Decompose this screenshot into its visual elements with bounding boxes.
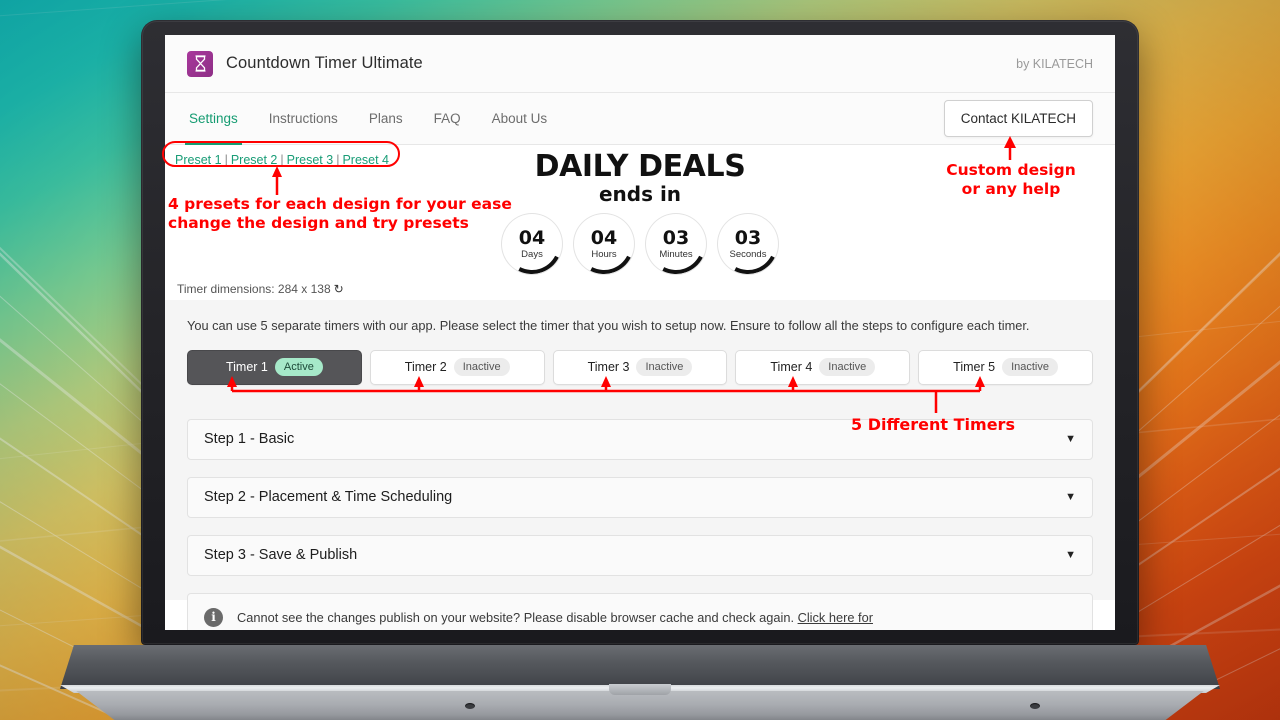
laptop-trackpad-notch bbox=[609, 684, 671, 695]
step-3-label: Step 3 - Save & Publish bbox=[204, 547, 358, 564]
countdown-unit-minutes: 03 Minutes bbox=[646, 214, 706, 274]
step-1-label: Step 1 - Basic bbox=[204, 431, 295, 448]
countdown-unit-days: 04 Days bbox=[502, 214, 562, 274]
countdown-unit-hours: 04 Hours bbox=[574, 214, 634, 274]
chevron-down-icon[interactable]: ▼ bbox=[1065, 549, 1076, 561]
tab-instructions[interactable]: Instructions bbox=[267, 107, 340, 130]
cache-notice-text: Cannot see the changes publish on your w… bbox=[237, 609, 798, 625]
step-accordion: Step 1 - Basic ▼ Step 2 - Placement & Ti… bbox=[187, 418, 1093, 576]
laptop-screen: Countdown Timer Ultimate by KILATECH Set… bbox=[165, 35, 1115, 630]
days-label: Days bbox=[521, 248, 543, 260]
countdown-units: 04 Days 04 Hours 03 Minutes 03 Seconds bbox=[165, 214, 1115, 274]
laptop-foot-left bbox=[465, 703, 475, 709]
refresh-icon[interactable]: ↻ bbox=[334, 282, 344, 296]
hourglass-icon bbox=[187, 50, 213, 77]
chevron-down-icon[interactable]: ▼ bbox=[1065, 433, 1076, 445]
timer-button-2-status: Inactive bbox=[453, 358, 510, 377]
step-2-placement-time-scheduling[interactable]: Step 2 - Placement & Time Scheduling ▼ bbox=[187, 476, 1093, 518]
main-navigation: Settings Instructions Plans FAQ About Us… bbox=[165, 93, 1115, 146]
timer-button-3[interactable]: Timer 3 Inactive bbox=[552, 349, 728, 385]
timer-button-2[interactable]: Timer 2 Inactive bbox=[369, 349, 545, 385]
timer-button-5-status: Inactive bbox=[1002, 358, 1058, 377]
timer-button-2-label: Timer 2 bbox=[404, 360, 447, 375]
seconds-label: Seconds bbox=[729, 248, 767, 260]
timer-button-4-status: Inactive bbox=[819, 358, 876, 377]
timer-button-4[interactable]: Timer 4 Inactive bbox=[735, 349, 911, 385]
tab-settings[interactable]: Settings bbox=[185, 107, 242, 146]
intro-text: You can use 5 separate timers with our a… bbox=[187, 318, 1030, 333]
timer-button-4-label: Timer 4 bbox=[770, 360, 813, 375]
timer-dimensions-label: Timer dimensions: 284 x 138 bbox=[177, 282, 331, 296]
vendor-credit: by KILATECH bbox=[1016, 56, 1093, 71]
page-title: Countdown Timer Ultimate bbox=[226, 54, 423, 72]
laptop-base bbox=[60, 645, 1220, 720]
laptop-foot-right bbox=[1030, 703, 1040, 709]
hours-value: 04 bbox=[590, 226, 618, 249]
chevron-down-icon[interactable]: ▼ bbox=[1065, 491, 1076, 503]
timer-button-5[interactable]: Timer 5 Inactive bbox=[918, 349, 1093, 385]
countdown-preview: DAILY DEALS ends in 04 Days 04 Hours 03 bbox=[165, 149, 1115, 274]
cache-notice: i Cannot see the changes publish on your… bbox=[187, 592, 1093, 630]
minutes-label: Minutes bbox=[659, 248, 693, 260]
countdown-unit-seconds: 03 Seconds bbox=[718, 214, 778, 274]
timer-button-1-status: Active bbox=[274, 358, 323, 377]
timer-dimensions: Timer dimensions: 284 x 138 ↻ bbox=[177, 282, 344, 296]
app-header: Countdown Timer Ultimate by KILATECH bbox=[165, 35, 1115, 93]
timer-preview-section: Preset 1 | Preset 2 | Preset 3 | Preset 4 DAIL… bbox=[165, 145, 1115, 300]
app-window: Countdown Timer Ultimate by KILATECH Set… bbox=[165, 35, 1115, 630]
minutes-value: 03 bbox=[662, 226, 690, 249]
timer-button-3-label: Timer 3 bbox=[587, 360, 630, 375]
step-1-basic[interactable]: Step 1 - Basic ▼ bbox=[187, 418, 1093, 460]
cache-notice-text-wrap: Cannot see the changes publish on your w… bbox=[237, 608, 873, 628]
days-value: 04 bbox=[518, 226, 546, 249]
settings-body: You can use 5 separate timers with our a… bbox=[165, 300, 1115, 630]
timer-button-5-label: Timer 5 bbox=[953, 360, 996, 375]
step-3-save-publish[interactable]: Step 3 - Save & Publish ▼ bbox=[187, 534, 1093, 576]
tab-plans[interactable]: Plans bbox=[367, 107, 405, 130]
step-2-label: Step 2 - Placement & Time Scheduling bbox=[204, 489, 453, 506]
seconds-value: 03 bbox=[734, 226, 762, 249]
timer-button-3-status: Inactive bbox=[636, 358, 693, 377]
info-icon: i bbox=[204, 607, 223, 627]
timer-button-1[interactable]: Timer 1 Active bbox=[187, 349, 362, 385]
hours-label: Hours bbox=[591, 248, 617, 260]
promo-title: DAILY DEALS bbox=[534, 149, 746, 184]
tab-faq[interactable]: FAQ bbox=[432, 107, 463, 130]
timer-button-1-label: Timer 1 bbox=[225, 360, 268, 375]
laptop-base-slab bbox=[60, 645, 1220, 689]
contact-kilatech-button[interactable]: Contact KILATECH bbox=[943, 100, 1093, 137]
tab-about-us[interactable]: About Us bbox=[490, 107, 550, 130]
timer-selector: Timer 1 Active Timer 2 Inactive Timer 3 … bbox=[187, 349, 1093, 385]
laptop-mockup: Countdown Timer Ultimate by KILATECH Set… bbox=[0, 0, 1280, 720]
cache-notice-link[interactable]: Click here for bbox=[798, 610, 873, 625]
promo-subtitle: ends in bbox=[598, 182, 682, 206]
